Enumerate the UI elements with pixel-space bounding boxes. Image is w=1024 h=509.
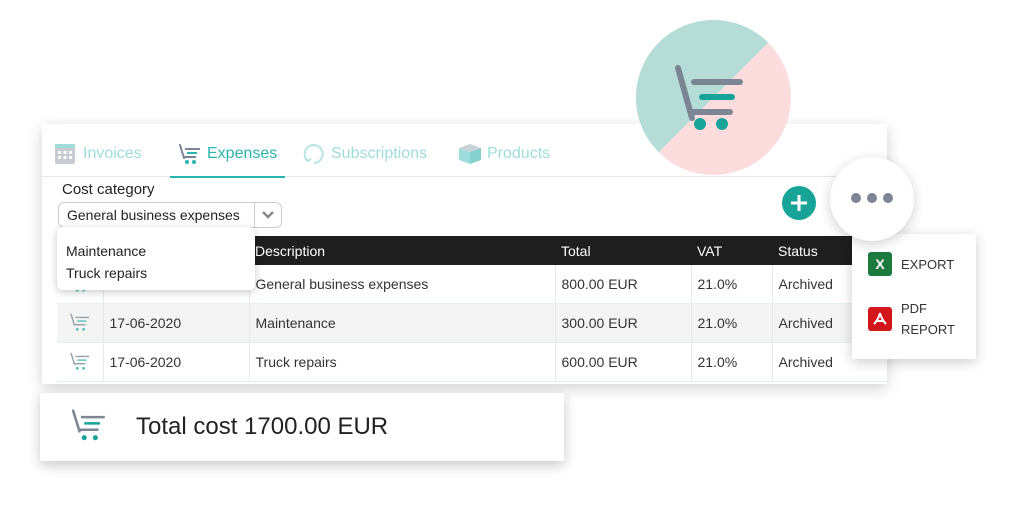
cart-icon	[69, 352, 89, 370]
tab-label: Invoices	[83, 145, 142, 162]
pdf-label-line2: REPORT	[901, 322, 955, 337]
cost-category-select[interactable]: General business expenses	[58, 202, 282, 228]
column-header-total[interactable]: Total	[555, 236, 691, 265]
export-label: EXPORT	[901, 256, 955, 272]
cart-icon	[69, 313, 89, 331]
table-row[interactable]: 17-06-2020 Truck repairs 600.00 EUR 21.0…	[57, 342, 887, 382]
tab-products[interactable]: Products	[458, 132, 550, 176]
tab-label: Expenses	[207, 145, 278, 162]
tab-subscriptions[interactable]: Subscriptions	[302, 132, 427, 176]
cell-date: 17-06-2020	[102, 342, 249, 382]
cost-category-value: General business expenses	[67, 207, 240, 223]
cost-category-label: Cost category	[62, 181, 155, 198]
cost-category-dropdown: Maintenance Truck repairs	[57, 227, 255, 290]
dropdown-option-maintenance[interactable]: Maintenance	[57, 240, 255, 262]
row-icon-cell	[57, 342, 103, 382]
cell-vat: 21.0%	[690, 342, 772, 382]
column-header-description[interactable]: Description	[249, 236, 555, 265]
cell-description: Truck repairs	[248, 342, 555, 382]
tab-label: Subscriptions	[331, 145, 428, 162]
dropdown-option-truck-repairs[interactable]: Truck repairs	[57, 262, 255, 284]
cell-description: Maintenance	[248, 303, 555, 343]
pdf-report-label: PDF REPORT	[901, 298, 955, 340]
pdf-report-item[interactable]: PDF REPORT	[868, 298, 955, 340]
plus-icon	[791, 195, 807, 211]
refresh-icon	[302, 143, 324, 165]
excel-icon: X	[868, 252, 892, 276]
export-menu: X EXPORT PDF REPORT	[852, 234, 976, 359]
calculator-icon	[54, 143, 76, 165]
cell-vat: 21.0%	[690, 265, 772, 304]
cell-total: 800.00 EUR	[554, 265, 691, 304]
add-expense-button[interactable]	[782, 186, 816, 220]
hero-cart-badge	[636, 20, 791, 175]
cart-illustration-icon	[636, 20, 791, 175]
box-icon	[458, 143, 481, 165]
pdf-icon	[868, 307, 892, 331]
more-dots-icon	[848, 190, 896, 208]
cell-description: General business expenses	[248, 265, 555, 304]
export-excel-item[interactable]: X EXPORT	[868, 252, 954, 276]
more-options-button[interactable]	[830, 157, 914, 241]
cell-date: 17-06-2020	[102, 303, 249, 343]
cell-vat: 21.0%	[690, 303, 772, 343]
table-row[interactable]: 17-06-2020 Maintenance 300.00 EUR 21.0% …	[57, 303, 887, 343]
tab-label: Products	[487, 145, 551, 162]
cart-icon	[178, 143, 200, 165]
tab-expenses[interactable]: Expenses	[170, 132, 286, 178]
cell-total: 600.00 EUR	[554, 342, 691, 382]
cart-icon	[70, 407, 108, 448]
column-header-vat[interactable]: VAT	[691, 236, 772, 265]
cell-total: 300.00 EUR	[554, 303, 691, 343]
total-cost-text: Total cost 1700.00 EUR	[136, 413, 389, 440]
row-icon-cell	[57, 303, 103, 343]
chevron-down-icon[interactable]	[254, 203, 281, 227]
pdf-label-line1: PDF	[901, 301, 927, 316]
total-cost-card: Total cost 1700.00 EUR	[40, 393, 564, 461]
tab-invoices[interactable]: Invoices	[54, 132, 142, 176]
